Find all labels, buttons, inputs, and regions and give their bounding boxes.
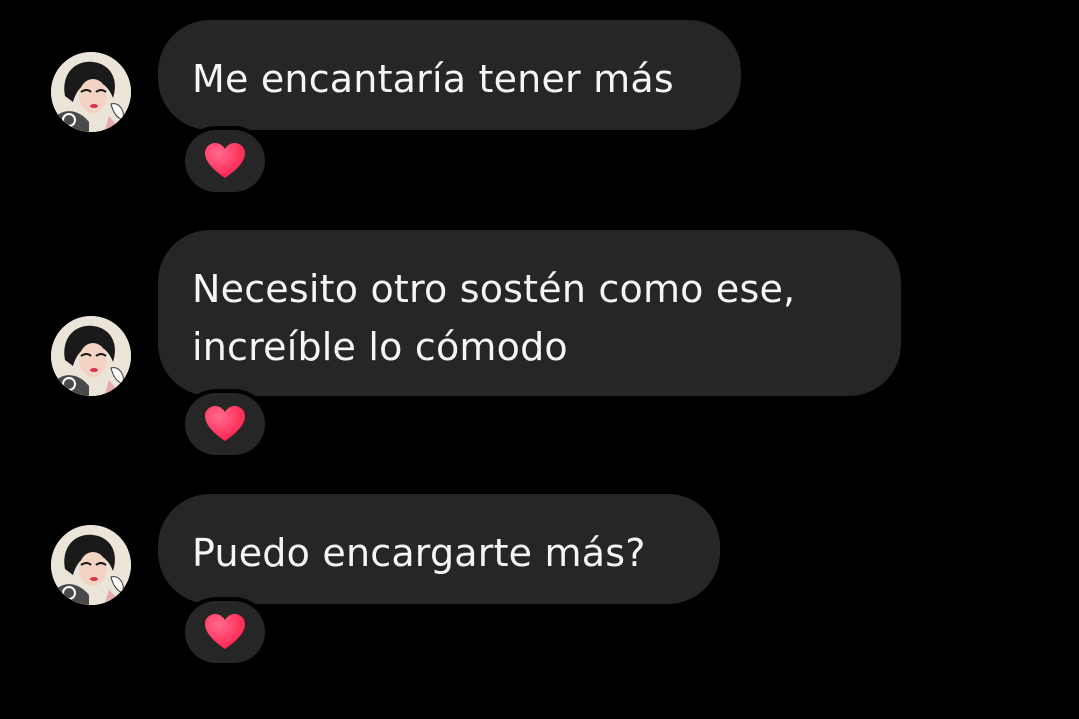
message-text-line: increíble lo cómodo bbox=[192, 325, 568, 369]
message-text-line: Necesito otro sostén como ese, bbox=[192, 267, 796, 311]
message-bubble[interactable]: Me encantaría tener más bbox=[158, 20, 741, 130]
heart-icon bbox=[205, 143, 245, 178]
message-thread: Me encantaría tener más Necesito otro so… bbox=[0, 0, 1079, 719]
reaction-badge[interactable] bbox=[185, 393, 265, 455]
sender-avatar[interactable] bbox=[51, 316, 131, 396]
avatar-illustration bbox=[51, 525, 131, 605]
message-bubble[interactable]: Puedo encargarte más? bbox=[158, 494, 720, 604]
heart-icon bbox=[205, 614, 245, 649]
heart-icon bbox=[205, 406, 245, 441]
message-text: Puedo encargarte más? bbox=[192, 531, 646, 575]
sender-avatar[interactable] bbox=[51, 52, 131, 132]
reaction-badge[interactable] bbox=[185, 601, 265, 663]
avatar-illustration bbox=[51, 316, 131, 396]
avatar-illustration bbox=[51, 52, 131, 132]
reaction-badge[interactable] bbox=[185, 130, 265, 192]
sender-avatar[interactable] bbox=[51, 525, 131, 605]
message-bubble[interactable]: Necesito otro sostén como ese, increíble… bbox=[158, 230, 901, 396]
message-text: Me encantaría tener más bbox=[192, 57, 674, 101]
